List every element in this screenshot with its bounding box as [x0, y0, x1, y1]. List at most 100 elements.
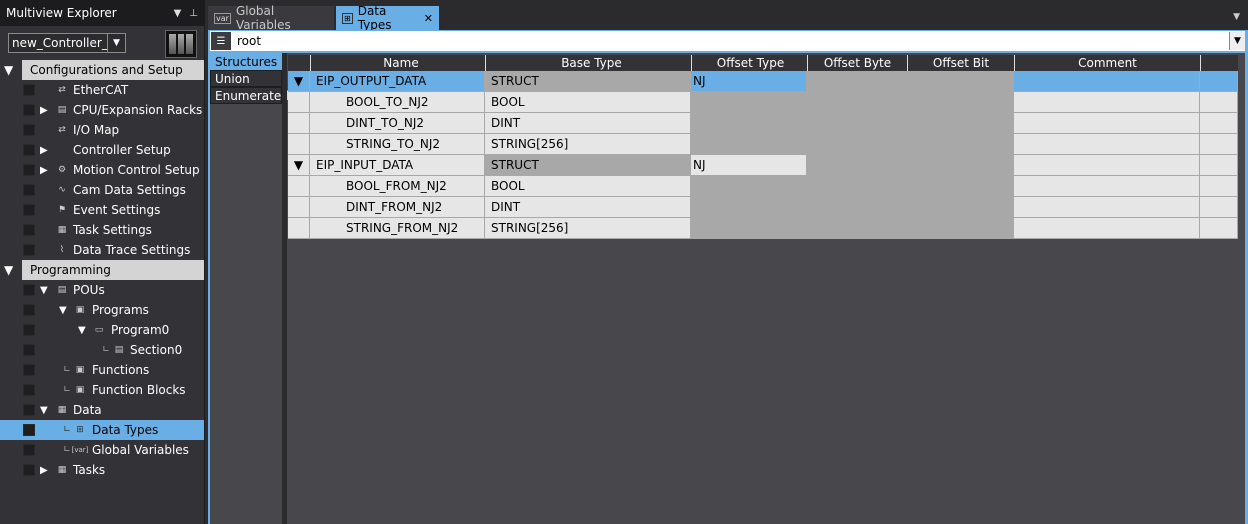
- category-union[interactable]: Union: [210, 70, 282, 87]
- expand-arrow-icon[interactable]: ▼: [4, 263, 16, 277]
- cell-base-type[interactable]: STRING[256]: [485, 218, 691, 239]
- tree-item-program0[interactable]: ▼ ▭ Program0: [0, 320, 204, 340]
- cell-offset-type[interactable]: [691, 176, 807, 197]
- checkbox[interactable]: [23, 164, 35, 176]
- tree-item-controller-setup[interactable]: ▶ Controller Setup: [0, 140, 204, 160]
- tree-item-pous[interactable]: ▼ ▤ POUs: [0, 280, 204, 300]
- checkbox[interactable]: [23, 444, 35, 456]
- cell-base-type[interactable]: STRUCT: [485, 155, 691, 176]
- cell-offset-byte[interactable]: [807, 218, 907, 239]
- table-row[interactable]: STRING_TO_NJ2 STRING[256]: [288, 134, 1238, 155]
- cell-base-type[interactable]: BOOL: [485, 92, 691, 113]
- checkbox[interactable]: [23, 124, 35, 136]
- cell-name[interactable]: DINT_FROM_NJ2: [310, 197, 485, 218]
- cell-comment[interactable]: [1014, 197, 1200, 218]
- cell-offset-byte[interactable]: [807, 197, 907, 218]
- expand-arrow-icon[interactable]: ▶: [40, 145, 48, 156]
- header-offset-type[interactable]: Offset Type: [691, 55, 807, 71]
- expand-arrow-icon[interactable]: ▼: [78, 325, 86, 336]
- expand-arrow-icon[interactable]: ▶: [40, 465, 48, 476]
- expand-toggle-icon[interactable]: [288, 134, 310, 155]
- checkbox[interactable]: [23, 324, 35, 336]
- checkbox[interactable]: [23, 364, 35, 376]
- expand-arrow-icon[interactable]: ▼: [40, 405, 48, 416]
- cell-name[interactable]: DINT_TO_NJ2: [310, 113, 485, 134]
- table-row[interactable]: STRING_FROM_NJ2 STRING[256]: [288, 218, 1238, 239]
- tree-item-data[interactable]: ▼ ▦ Data: [0, 400, 204, 420]
- tree-item-task-settings[interactable]: ▦ Task Settings: [0, 220, 204, 240]
- expand-toggle-icon[interactable]: ▼: [288, 155, 310, 176]
- cell-comment[interactable]: [1014, 134, 1200, 155]
- cell-name[interactable]: STRING_FROM_NJ2: [310, 218, 485, 239]
- cell-offset-bit[interactable]: [907, 197, 1014, 218]
- cell-offset-byte[interactable]: [807, 176, 907, 197]
- expand-toggle-icon[interactable]: [288, 113, 310, 134]
- tree-item-event-settings[interactable]: ⚑ Event Settings: [0, 200, 204, 220]
- expand-toggle-icon[interactable]: [288, 92, 310, 113]
- cell-offset-type[interactable]: NJ: [691, 155, 807, 176]
- chevron-down-icon[interactable]: ▼: [1229, 32, 1245, 50]
- chevron-down-icon[interactable]: ▼: [107, 34, 125, 52]
- table-row[interactable]: ▼ EIP_INPUT_DATA STRUCT NJ: [288, 155, 1238, 176]
- expand-arrow-icon[interactable]: ▼: [59, 305, 67, 316]
- cell-offset-bit[interactable]: [907, 71, 1014, 92]
- checkbox[interactable]: [23, 224, 35, 236]
- cell-offset-type[interactable]: [691, 218, 807, 239]
- checkbox[interactable]: [23, 424, 35, 436]
- cell-offset-type[interactable]: NJ: [691, 71, 807, 92]
- cell-offset-type[interactable]: [691, 134, 807, 155]
- tab-global-variables[interactable]: var Global Variables: [208, 4, 334, 32]
- cell-name[interactable]: BOOL_FROM_NJ2: [310, 176, 485, 197]
- cell-base-type[interactable]: STRUCT: [485, 71, 691, 92]
- checkbox[interactable]: [23, 304, 35, 316]
- cell-offset-bit[interactable]: [907, 92, 1014, 113]
- tree-item-motion-control[interactable]: ▶ ⚙ Motion Control Setup: [0, 160, 204, 180]
- tree-item-programs[interactable]: ▼ ▣ Programs: [0, 300, 204, 320]
- cell-base-type[interactable]: DINT: [485, 113, 691, 134]
- checkbox[interactable]: [23, 284, 35, 296]
- tree-item-functions[interactable]: ∟ ▣ Functions: [0, 360, 204, 380]
- section-configurations[interactable]: ▼ Configurations and Setup: [4, 60, 204, 80]
- tree-item-cam-data[interactable]: ∿ Cam Data Settings: [0, 180, 204, 200]
- cell-comment[interactable]: [1014, 71, 1200, 92]
- expand-arrow-icon[interactable]: ▶: [40, 105, 48, 116]
- tree-item-function-blocks[interactable]: ∟ ▣ Function Blocks: [0, 380, 204, 400]
- cell-offset-byte[interactable]: [807, 113, 907, 134]
- tree-item-io-map[interactable]: ⇄ I/O Map: [0, 120, 204, 140]
- dropdown-icon[interactable]: ▼: [174, 8, 182, 19]
- tab-menu-icon[interactable]: ▼: [1233, 12, 1240, 22]
- checkbox[interactable]: [23, 104, 35, 116]
- tree-item-data-types[interactable]: ∟ ⊞ Data Types: [0, 420, 204, 440]
- cell-name[interactable]: BOOL_TO_NJ2: [310, 92, 485, 113]
- cell-name[interactable]: EIP_OUTPUT_DATA: [310, 71, 485, 92]
- category-splitter[interactable]: [282, 53, 287, 524]
- expand-toggle-icon[interactable]: [288, 218, 310, 239]
- tab-data-types[interactable]: ⊞ Data Types ✕: [336, 4, 439, 32]
- tree-item-section0[interactable]: ∟ ▤ Section0: [0, 340, 204, 360]
- checkbox[interactable]: [23, 404, 35, 416]
- expand-arrow-icon[interactable]: ▼: [4, 63, 16, 77]
- checkbox[interactable]: [23, 344, 35, 356]
- cell-comment[interactable]: [1014, 113, 1200, 134]
- cell-base-type[interactable]: BOOL: [485, 176, 691, 197]
- cell-offset-bit[interactable]: [907, 218, 1014, 239]
- cell-offset-type[interactable]: [691, 92, 807, 113]
- table-row[interactable]: BOOL_TO_NJ2 BOOL: [288, 92, 1238, 113]
- tree-item-cpu-racks[interactable]: ▶ ▤ CPU/Expansion Racks: [0, 100, 204, 120]
- expand-arrow-icon[interactable]: ▶: [40, 165, 48, 176]
- category-enumerated[interactable]: Enumerated: [210, 87, 289, 104]
- header-name[interactable]: Name: [310, 55, 485, 71]
- controller-select[interactable]: new_Controller_0 ▼: [8, 33, 126, 53]
- category-structures[interactable]: Structures: [210, 53, 282, 70]
- checkbox[interactable]: [23, 384, 35, 396]
- header-base-type[interactable]: Base Type: [485, 55, 691, 71]
- cell-offset-bit[interactable]: [907, 176, 1014, 197]
- cell-offset-byte[interactable]: [807, 71, 907, 92]
- header-comment[interactable]: Comment: [1014, 55, 1200, 71]
- checkbox[interactable]: [23, 184, 35, 196]
- header-offset-byte[interactable]: Offset Byte: [807, 55, 907, 71]
- cell-comment[interactable]: [1014, 92, 1200, 113]
- cell-offset-byte[interactable]: [807, 134, 907, 155]
- table-row[interactable]: DINT_TO_NJ2 DINT: [288, 113, 1238, 134]
- cell-offset-bit[interactable]: [907, 113, 1014, 134]
